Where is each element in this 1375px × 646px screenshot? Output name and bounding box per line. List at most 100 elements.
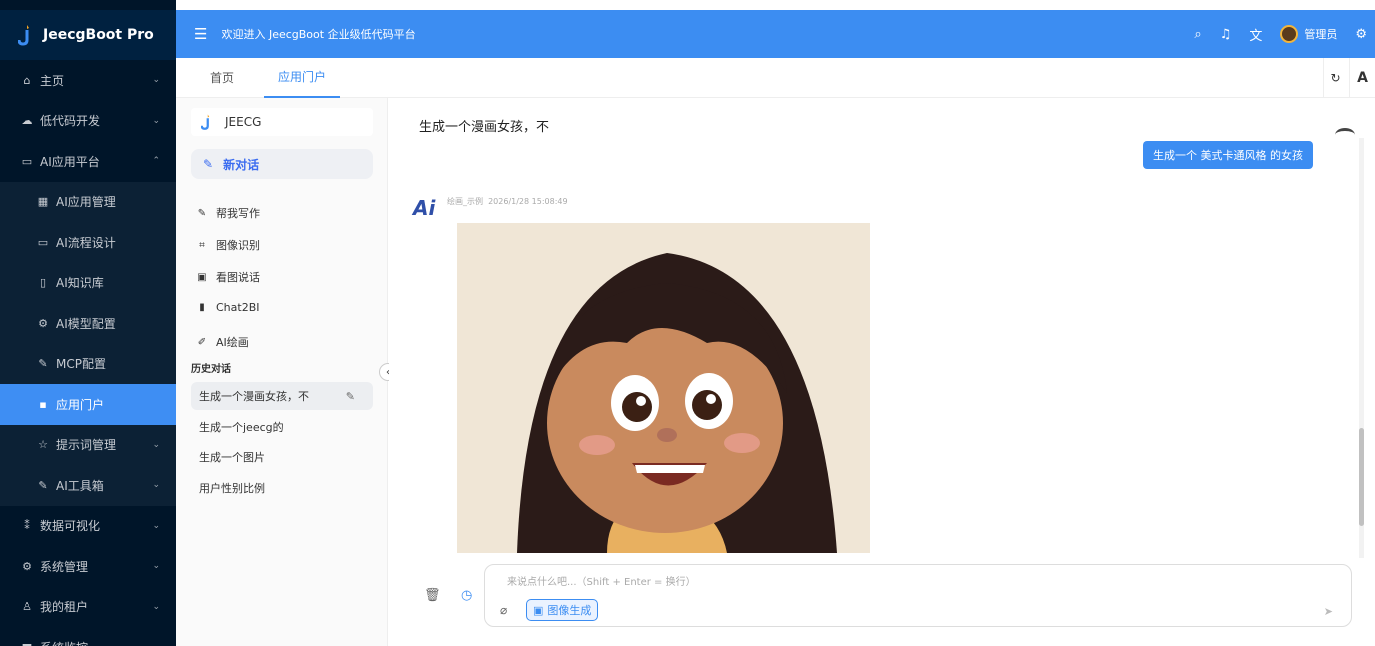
tool-icon: ✎ [38, 357, 48, 371]
cartoon-girl-image [457, 223, 870, 553]
sidebar-item-label: 系统监控 [40, 639, 88, 646]
sidebar-item-label: 数据可视化 [40, 519, 101, 534]
sidebar-item-0[interactable]: ⌂ 主页 ⌄ [0, 60, 176, 101]
sidebar-item-label: 应用门户 [56, 397, 105, 412]
sidebar-item-13[interactable]: ♙ 我的租户 ⌄ [0, 587, 176, 628]
sidebar-item-1[interactable]: ☁ 低代码开发 ⌄ [0, 101, 176, 142]
image-gen-button[interactable]: ▣ 图像生成 [526, 599, 599, 621]
chevron-icon: ⌄ [152, 439, 160, 450]
brand-card[interactable]: JEECG [191, 108, 373, 136]
menu-fold-icon[interactable]: ☰ [194, 25, 207, 43]
sidebar-item-label: AI模型配置 [56, 316, 116, 331]
sidebar-item-label: AI应用管理 [56, 195, 116, 210]
sidebar-item-2[interactable]: ▭ AI应用平台 ⌃ [0, 141, 176, 182]
send-icon[interactable]: ➤ [1324, 605, 1333, 618]
tool-label: 帮我写作 [216, 207, 260, 220]
sidebar-item-10[interactable]: ✎ AI工具箱 ⌄ [0, 465, 176, 506]
app-logo[interactable]: JeecgBoot Pro [0, 10, 176, 60]
chevron-icon: ⌄ [152, 561, 160, 572]
chat-input-box[interactable]: 来说点什么吧...（Shift + Enter = 换行） ⌀ ▣ 图像生成 ➤ [484, 564, 1352, 627]
header: ☰ 欢迎进入 JeecgBoot 企业级低代码平台 ⌕ ♫ 文 管理员 ⚙ [176, 10, 1375, 58]
apps-icon: ▪ [39, 397, 47, 411]
tool-label: 图像识别 [216, 239, 260, 252]
chevron-icon: ⌄ [152, 480, 160, 491]
sidebar-item-label: AI应用平台 [40, 154, 100, 169]
user-message: 生成一个 美式卡通风格 的女孩 [1143, 141, 1313, 169]
sidebar-item-11[interactable]: ⁑ 数据可视化 ⌄ [0, 506, 176, 547]
history-item[interactable]: 生成一个漫画女孩，不 ✎ [191, 382, 373, 410]
bell-icon[interactable]: ♫ [1220, 27, 1232, 42]
chevron-icon: ⌄ [152, 75, 160, 86]
sidebar-item-label: AI工具箱 [56, 478, 104, 493]
chart-icon: ⁑ [24, 519, 30, 533]
ai-name: 绘画_示例 [447, 197, 483, 206]
new-chat-button[interactable]: ✎ 新对话 [191, 149, 373, 179]
history-label: 生成一个图片 [199, 451, 265, 464]
sidebar-item-label: 主页 [40, 73, 65, 88]
sidebar-item-6[interactable]: ⚙ AI模型配置 [0, 303, 176, 344]
tool-item-3[interactable]: ▮ Chat2BI [196, 301, 260, 314]
settings-icon: ⚙ [22, 559, 32, 573]
tool-item-1[interactable]: ⌗ 图像识别 [196, 237, 260, 253]
history-item[interactable]: 用户性别比例 [191, 474, 373, 502]
sidebar-item-label: MCP配置 [56, 357, 106, 372]
sidebar-item-5[interactable]: ▯ AI知识库 [0, 262, 176, 303]
sidebar-item-label: 系统管理 [40, 559, 89, 574]
sidebar-item-14[interactable]: ▆ 系统监控 ⌄ [0, 627, 176, 646]
user-name: 管理员 [1304, 28, 1338, 41]
translate-icon[interactable]: 文 [1249, 25, 1262, 44]
attach-icon[interactable]: ⌀ [500, 603, 507, 617]
chat-scrollbar[interactable] [1359, 138, 1364, 558]
tool-item-4[interactable]: ✐ AI绘画 [196, 334, 249, 350]
chevron-icon: ⌄ [152, 642, 160, 646]
avatar [1280, 25, 1299, 43]
chevron-icon: ⌄ [152, 601, 160, 612]
settings-icon: ⚙ [38, 316, 48, 330]
search-icon[interactable]: ⌕ [1194, 27, 1201, 42]
ai-time: 2026/1/28 15:08:49 [488, 197, 568, 206]
book-icon: ▯ [39, 276, 47, 290]
image-gen-label: 图像生成 [547, 604, 592, 617]
history-icon[interactable]: ◷ [461, 588, 472, 603]
ai-meta: 绘画_示例 2026/1/28 15:08:49 [447, 196, 568, 207]
sidebar-item-7[interactable]: ✎ MCP配置 [0, 343, 176, 384]
sidebar-item-3[interactable]: ▦ AI应用管理 [0, 181, 176, 222]
refresh-icon[interactable]: ↻ [1323, 58, 1347, 98]
scroll-thumb[interactable] [1359, 428, 1364, 526]
tab-home[interactable]: 首页 [210, 58, 234, 98]
ai-avatar-icon: Ai [413, 196, 436, 220]
tool-icon: ✎ [197, 207, 207, 219]
delete-icon[interactable]: 🗑 [424, 588, 441, 603]
edit-icon[interactable]: ✎ [346, 390, 355, 403]
new-chat-label: 新对话 [223, 157, 260, 172]
tool-icon: ▮ [199, 302, 205, 313]
sidebar-item-8[interactable]: ▪ 应用门户 [0, 384, 176, 425]
settings-icon[interactable]: ⚙ [1355, 27, 1367, 42]
sidebar-item-label: 提示词管理 [56, 438, 117, 453]
tool-item-0[interactable]: ✎ 帮我写作 [196, 205, 260, 221]
chat-title: 生成一个漫画女孩，不 [419, 120, 550, 135]
sidebar-item-12[interactable]: ⚙ 系统管理 ⌄ [0, 546, 176, 587]
app-title: JeecgBoot Pro [43, 27, 154, 43]
history-item[interactable]: 生成一个jeecg的 [191, 413, 373, 441]
history-item[interactable]: 生成一个图片 [191, 443, 373, 471]
tool-label: AI绘画 [216, 336, 249, 349]
tool-label: Chat2BI [216, 301, 260, 314]
grid-icon: ▦ [37, 195, 49, 209]
chevron-icon: ⌃ [152, 156, 160, 167]
user-menu[interactable]: 管理员 [1280, 25, 1337, 43]
sidebar-item-4[interactable]: ▭ AI流程设计 [0, 222, 176, 263]
chevron-icon: ⌄ [152, 115, 160, 126]
flow-icon: ▭ [37, 235, 49, 249]
chevron-icon: ⌄ [152, 520, 160, 531]
jeecg-logo-icon [18, 25, 29, 46]
sidebar-item-9[interactable]: ☆ 提示词管理 ⌄ [0, 424, 176, 465]
font-size-icon[interactable]: A [1349, 58, 1375, 98]
tool-item-2[interactable]: ▣ 看图说话 [196, 269, 260, 285]
generated-image[interactable] [457, 223, 870, 553]
chat-area: 生成一个漫画女孩，不 生成一个 美式卡通风格 的女孩 Ai 绘画_示例 2026… [389, 98, 1375, 646]
tab-app-portal[interactable]: 应用门户 [264, 58, 341, 98]
chat-input-placeholder: 来说点什么吧...（Shift + Enter = 换行） [507, 577, 696, 588]
user-avatar [1335, 128, 1355, 142]
tool-icon: ▣ [197, 271, 207, 283]
